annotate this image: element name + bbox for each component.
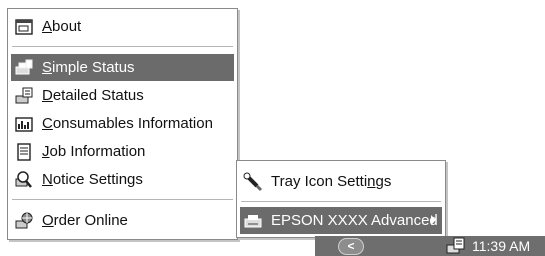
menu-item-detailed-status[interactable]: Detailed Status xyxy=(11,82,234,109)
printer-context-menu: About Simple Status Detailed Status Cons… xyxy=(7,8,238,240)
detailed-status-icon xyxy=(15,87,33,103)
menu-item-label: Job Information xyxy=(42,143,146,160)
menu-item-about[interactable]: About xyxy=(11,13,234,40)
menu-item-order-online[interactable]: Order Online xyxy=(11,207,234,234)
menu-item-tray-icon-settings[interactable]: Tray Icon Settings xyxy=(240,168,442,195)
menu-item-epson-advanced[interactable]: EPSON XXXX Advanced xyxy=(240,207,442,234)
menu-item-job-information[interactable]: Job Information xyxy=(11,138,234,165)
taskbar-clock[interactable]: 11:39 AM xyxy=(472,238,530,254)
menu-item-simple-status[interactable]: Simple Status xyxy=(11,54,234,81)
menu-separator xyxy=(12,199,233,200)
show-hidden-icons-button[interactable]: < xyxy=(338,238,364,255)
submenu-arrow-icon xyxy=(431,215,436,225)
tray-settings-icon xyxy=(243,172,263,191)
printer-tray-icon[interactable] xyxy=(446,237,466,255)
job-list-icon xyxy=(17,142,31,161)
menu-item-label: Detailed Status xyxy=(42,87,144,104)
menu-separator xyxy=(241,201,441,202)
ink-cartridge-icon xyxy=(15,116,33,132)
menu-item-label: About xyxy=(42,18,82,35)
menu-item-label: Simple Status xyxy=(42,59,135,76)
menu-item-label: Notice Settings xyxy=(42,171,143,188)
printer-icon xyxy=(244,214,262,227)
about-window-icon xyxy=(15,18,33,35)
menu-item-label: Tray Icon Settings xyxy=(271,173,392,190)
menu-item-label: Consumables Information xyxy=(42,115,213,132)
menu-item-notice-settings[interactable]: Notice Settings xyxy=(11,166,234,193)
printer-status-icon xyxy=(15,59,33,74)
menu-separator xyxy=(12,46,233,47)
tray-submenu: Tray Icon Settings EPSON XXXX Advanced xyxy=(236,160,446,238)
menu-item-consumables-information[interactable]: Consumables Information xyxy=(11,110,234,137)
notice-magnifier-icon xyxy=(15,170,32,188)
order-online-icon xyxy=(15,212,33,228)
menu-item-label: Order Online xyxy=(42,212,128,229)
menu-item-label: EPSON XXXX Advanced xyxy=(271,212,438,229)
